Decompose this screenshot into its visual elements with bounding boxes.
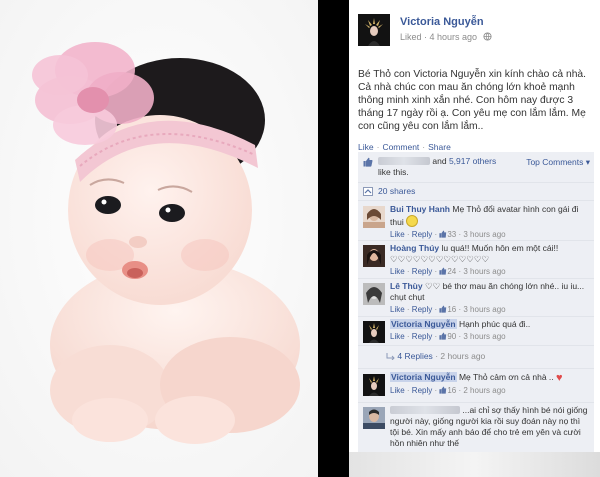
commenter-avatar[interactable] <box>363 206 385 228</box>
post-actions: Like · Comment · Share <box>358 142 451 152</box>
comment-time: 3 hours ago <box>463 230 506 239</box>
replies-row: 4 Replies · 2 hours ago <box>358 346 594 369</box>
likes-and: and <box>432 156 447 166</box>
comment-meta: Like · Reply · 16 · 2 hours ago <box>390 386 506 395</box>
author-avatar[interactable] <box>358 14 390 46</box>
comment-like-count: 16 <box>447 305 457 314</box>
comment-meta: Like · Reply · 90 · 3 hours ago <box>390 332 506 341</box>
commenter-name[interactable]: Bui Thuy Hanh <box>390 204 450 214</box>
smile-emoji-icon <box>406 215 419 227</box>
comment-like-link[interactable]: Like <box>390 230 405 239</box>
comment-time: 2 hours ago <box>463 386 506 395</box>
comment-like-count: 16 <box>447 386 457 395</box>
comment-item: Lê Thùy ♡♡ bé thơ mau ăn chóng lớn nhé..… <box>358 279 594 317</box>
baby-photo <box>0 0 318 477</box>
commenter-name[interactable]: Victoria Nguyễn <box>390 372 457 382</box>
comment-like-link[interactable]: Like <box>390 332 405 341</box>
like-link[interactable]: Like <box>358 142 374 152</box>
comment-meta: Like · Reply · 33 · 3 hours ago <box>390 230 506 239</box>
post-author[interactable]: Victoria Nguyễn <box>400 16 484 28</box>
share-link[interactable]: Share <box>428 142 451 152</box>
likes-tail: like this. <box>378 167 409 177</box>
post-header: Victoria Nguyễn Liked · 4 hours ago <box>349 12 600 54</box>
comment-like-count: 90 <box>447 332 457 341</box>
post-sidebar: Victoria Nguyễn Liked · 4 hours ago Bé T… <box>349 0 600 477</box>
comment-link[interactable]: Comment <box>382 142 419 152</box>
comment-like-link[interactable]: Like <box>390 267 405 276</box>
replies-time: 2 hours ago <box>440 351 486 361</box>
comment-time: 3 hours ago <box>463 267 506 276</box>
comment-reply-link[interactable]: Reply <box>412 230 432 239</box>
comment-text: Hạnh phúc quá đi.. <box>458 319 531 329</box>
blurred-name <box>378 157 430 165</box>
comment-text: Mẹ Thỏ cảm ơn cả nhà .. <box>458 372 554 382</box>
comment-like-link[interactable]: Like <box>390 386 405 395</box>
comment-meta: Like · Reply · 24 · 3 hours ago <box>390 267 506 276</box>
likes-row: and 5,917 others like this. Top Comments… <box>358 152 594 183</box>
comment-reply-link[interactable]: Reply <box>412 386 432 395</box>
shares-row: 20 shares <box>358 183 594 201</box>
blurred-name <box>390 406 460 414</box>
reply-arrow-icon <box>386 352 395 361</box>
comment-item: Victoria Nguyễn Hạnh phúc quá đi.. Like … <box>358 317 594 346</box>
likes-count-link[interactable]: 5,917 others <box>449 156 496 166</box>
comment-meta: Like · Reply · 16 · 3 hours ago <box>390 305 506 314</box>
commenter-name[interactable]: Hoàng Thúy <box>390 243 439 253</box>
comment-body: Victoria Nguyễn Hạnh phúc quá đi.. Like … <box>390 319 590 342</box>
post-meta-text: Liked · 4 hours ago <box>400 32 478 42</box>
commenter-name[interactable]: Victoria Nguyễn <box>390 319 457 329</box>
comment-body: Victoria Nguyễn Mẹ Thỏ cảm ơn cả nhà .. … <box>390 372 590 396</box>
comment-body: Hoàng Thúy lu quá!! Muốn hôn em một cái!… <box>390 243 590 277</box>
comment-item: Victoria Nguyễn Mẹ Thỏ cảm ơn cả nhà .. … <box>358 370 594 403</box>
feedback-box: and 5,917 others like this. Top Comments… <box>358 152 594 477</box>
post-meta: Liked · 4 hours ago <box>400 32 492 42</box>
comment-body: Lê Thùy ♡♡ bé thơ mau ăn chóng lớn nhé..… <box>390 281 590 315</box>
comment-composer-blurred <box>349 452 600 477</box>
commenter-avatar[interactable] <box>363 374 385 396</box>
heart-emoji-icon: ♥ <box>556 372 563 384</box>
comment-like-count: 24 <box>447 267 457 276</box>
post-text: Bé Thỏ con Victoria Nguyễn xin kính chào… <box>358 69 587 132</box>
comment-body: ...ai chỉ sợ thấy hình bé nói giống ngườ… <box>390 405 590 449</box>
comment-item: Hoàng Thúy lu quá!! Muốn hôn em một cái!… <box>358 241 594 279</box>
replies-container: 4 Replies · 2 hours ago <box>386 351 485 361</box>
comment-reply-link[interactable]: Reply <box>412 332 432 341</box>
replies-link[interactable]: 4 Replies <box>397 351 432 361</box>
top-comments-dropdown[interactable]: Top Comments ▾ <box>526 157 590 168</box>
likes-summary: and 5,917 others like this. <box>378 156 523 178</box>
comment-item: Bui Thuy Hanh Mẹ Thỏ đổi avatar hình con… <box>358 202 594 241</box>
comment-time: 3 hours ago <box>463 305 506 314</box>
commenter-name[interactable]: Lê Thùy <box>390 281 423 291</box>
like-thumb-icon <box>363 157 373 167</box>
separator: · <box>422 142 426 152</box>
comment-item: ...ai chỉ sợ thấy hình bé nói giống ngườ… <box>358 403 594 453</box>
comment-reply-link[interactable]: Reply <box>412 267 432 276</box>
comment-time: 3 hours ago <box>463 332 506 341</box>
shares-link[interactable]: 20 shares <box>378 186 415 196</box>
comment-like-link[interactable]: Like <box>390 305 405 314</box>
commenter-avatar[interactable] <box>363 245 385 267</box>
share-icon <box>363 187 373 196</box>
globe-icon <box>483 32 492 41</box>
comment-body: Bui Thuy Hanh Mẹ Thỏ đổi avatar hình con… <box>390 204 590 240</box>
commenter-avatar[interactable] <box>363 321 385 343</box>
commenter-avatar[interactable] <box>363 407 385 429</box>
photo-viewer[interactable] <box>0 0 318 477</box>
comment-like-count: 33 <box>447 230 457 239</box>
commenter-avatar[interactable] <box>363 283 385 305</box>
comment-reply-link[interactable]: Reply <box>412 305 432 314</box>
